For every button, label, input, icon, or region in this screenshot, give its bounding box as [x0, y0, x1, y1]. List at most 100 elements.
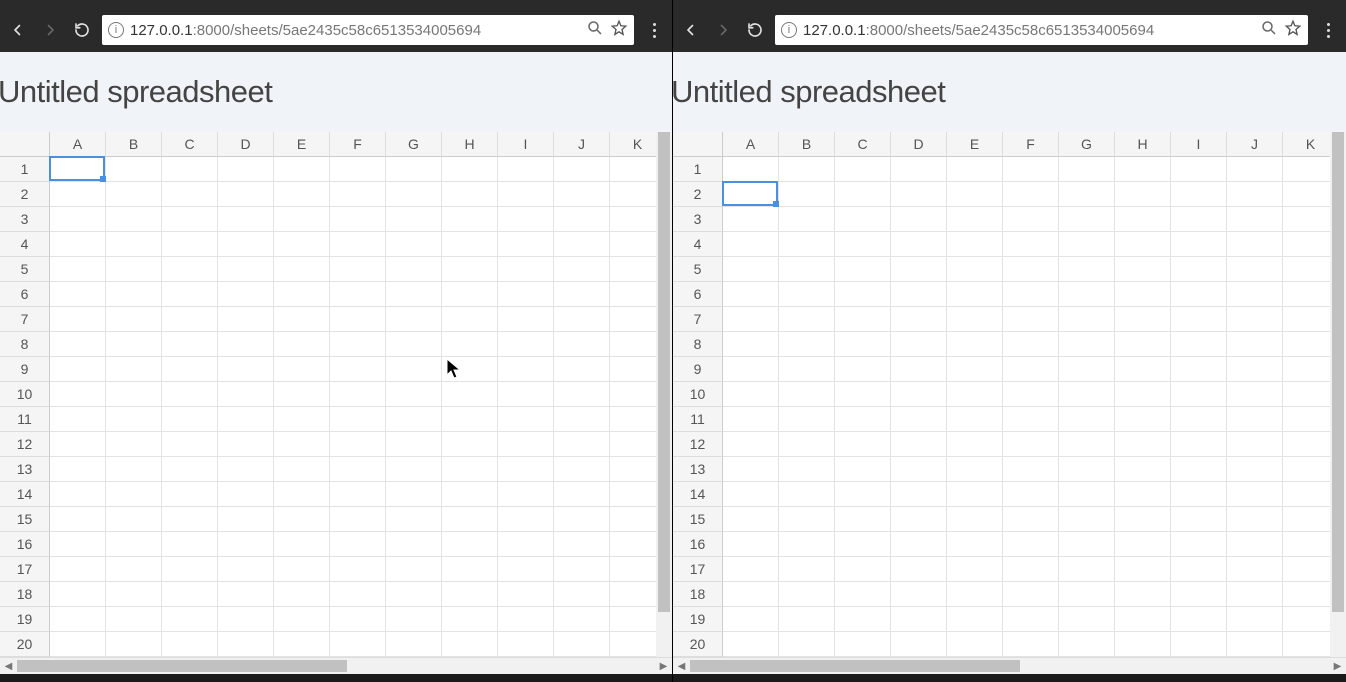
- horizontal-scrollbar[interactable]: ◀▶: [673, 657, 1346, 674]
- cell[interactable]: [1115, 557, 1171, 582]
- cell[interactable]: [162, 407, 218, 432]
- cell[interactable]: [498, 557, 554, 582]
- cell[interactable]: [106, 232, 162, 257]
- cell[interactable]: [498, 157, 554, 182]
- row-header[interactable]: 9: [0, 357, 50, 382]
- cell[interactable]: [779, 157, 835, 182]
- cell[interactable]: [50, 357, 106, 382]
- cell[interactable]: [274, 332, 330, 357]
- cell[interactable]: [835, 182, 891, 207]
- cell[interactable]: [1115, 432, 1171, 457]
- cell[interactable]: [1059, 207, 1115, 232]
- cell[interactable]: [162, 532, 218, 557]
- cell[interactable]: [835, 582, 891, 607]
- document-title[interactable]: Untitled spreadsheet: [671, 74, 945, 110]
- cell[interactable]: [1059, 507, 1115, 532]
- cell[interactable]: [723, 507, 779, 532]
- cell[interactable]: [1003, 382, 1059, 407]
- row-header[interactable]: 1: [673, 157, 723, 182]
- cell[interactable]: [1115, 257, 1171, 282]
- cell[interactable]: [1227, 207, 1283, 232]
- row-header[interactable]: 7: [673, 307, 723, 332]
- cell[interactable]: [442, 532, 498, 557]
- cell[interactable]: [1115, 607, 1171, 632]
- cell[interactable]: [498, 407, 554, 432]
- scroll-track[interactable]: [690, 658, 1329, 675]
- cell[interactable]: [274, 207, 330, 232]
- cell[interactable]: [891, 207, 947, 232]
- row-header[interactable]: 2: [0, 182, 50, 207]
- cell[interactable]: [1059, 432, 1115, 457]
- cell[interactable]: [106, 407, 162, 432]
- cell[interactable]: [498, 457, 554, 482]
- cell[interactable]: [330, 532, 386, 557]
- cell[interactable]: [554, 257, 610, 282]
- cell[interactable]: [1059, 532, 1115, 557]
- cell[interactable]: [274, 232, 330, 257]
- cell[interactable]: [442, 632, 498, 657]
- row-header[interactable]: 20: [0, 632, 50, 657]
- cell[interactable]: [554, 632, 610, 657]
- cell[interactable]: [779, 632, 835, 657]
- cell[interactable]: [1115, 457, 1171, 482]
- cell[interactable]: [835, 532, 891, 557]
- row-header[interactable]: 12: [0, 432, 50, 457]
- cell[interactable]: [1059, 307, 1115, 332]
- cell[interactable]: [330, 382, 386, 407]
- cell[interactable]: [498, 232, 554, 257]
- cell[interactable]: [162, 332, 218, 357]
- cell[interactable]: [723, 457, 779, 482]
- back-button[interactable]: [6, 18, 30, 42]
- cell[interactable]: [1227, 457, 1283, 482]
- cell[interactable]: [50, 507, 106, 532]
- cell[interactable]: [779, 207, 835, 232]
- column-header[interactable]: J: [1227, 132, 1283, 157]
- cell[interactable]: [1227, 382, 1283, 407]
- cell[interactable]: [1171, 632, 1227, 657]
- cell[interactable]: [723, 257, 779, 282]
- cell[interactable]: [554, 432, 610, 457]
- cell[interactable]: [442, 307, 498, 332]
- cell[interactable]: [835, 457, 891, 482]
- cell[interactable]: [947, 457, 1003, 482]
- cell[interactable]: [498, 382, 554, 407]
- cell[interactable]: [1059, 332, 1115, 357]
- cell[interactable]: [498, 282, 554, 307]
- cell[interactable]: [723, 282, 779, 307]
- cell[interactable]: [1003, 532, 1059, 557]
- row-header[interactable]: 10: [673, 382, 723, 407]
- cell[interactable]: [554, 182, 610, 207]
- cell[interactable]: [330, 607, 386, 632]
- cell[interactable]: [162, 482, 218, 507]
- cell[interactable]: [106, 607, 162, 632]
- cell[interactable]: [947, 207, 1003, 232]
- cell[interactable]: [50, 157, 106, 182]
- cell[interactable]: [723, 407, 779, 432]
- forward-button[interactable]: [711, 18, 735, 42]
- column-header[interactable]: B: [106, 132, 162, 157]
- cell[interactable]: [1003, 182, 1059, 207]
- cell[interactable]: [947, 532, 1003, 557]
- cell[interactable]: [386, 157, 442, 182]
- cell[interactable]: [386, 357, 442, 382]
- scroll-thumb[interactable]: [658, 132, 670, 612]
- cell[interactable]: [106, 432, 162, 457]
- cell[interactable]: [1227, 557, 1283, 582]
- cell[interactable]: [498, 632, 554, 657]
- row-header[interactable]: 6: [0, 282, 50, 307]
- cell[interactable]: [106, 582, 162, 607]
- cell[interactable]: [442, 382, 498, 407]
- cell[interactable]: [106, 307, 162, 332]
- cell[interactable]: [1059, 157, 1115, 182]
- select-all-corner[interactable]: [673, 132, 723, 157]
- cell[interactable]: [723, 332, 779, 357]
- row-header[interactable]: 9: [673, 357, 723, 382]
- cell[interactable]: [498, 482, 554, 507]
- cell[interactable]: [835, 232, 891, 257]
- cell[interactable]: [723, 632, 779, 657]
- cell[interactable]: [1003, 582, 1059, 607]
- cell[interactable]: [50, 482, 106, 507]
- cell[interactable]: [386, 632, 442, 657]
- zoom-icon[interactable]: [1260, 19, 1278, 41]
- cell[interactable]: [947, 382, 1003, 407]
